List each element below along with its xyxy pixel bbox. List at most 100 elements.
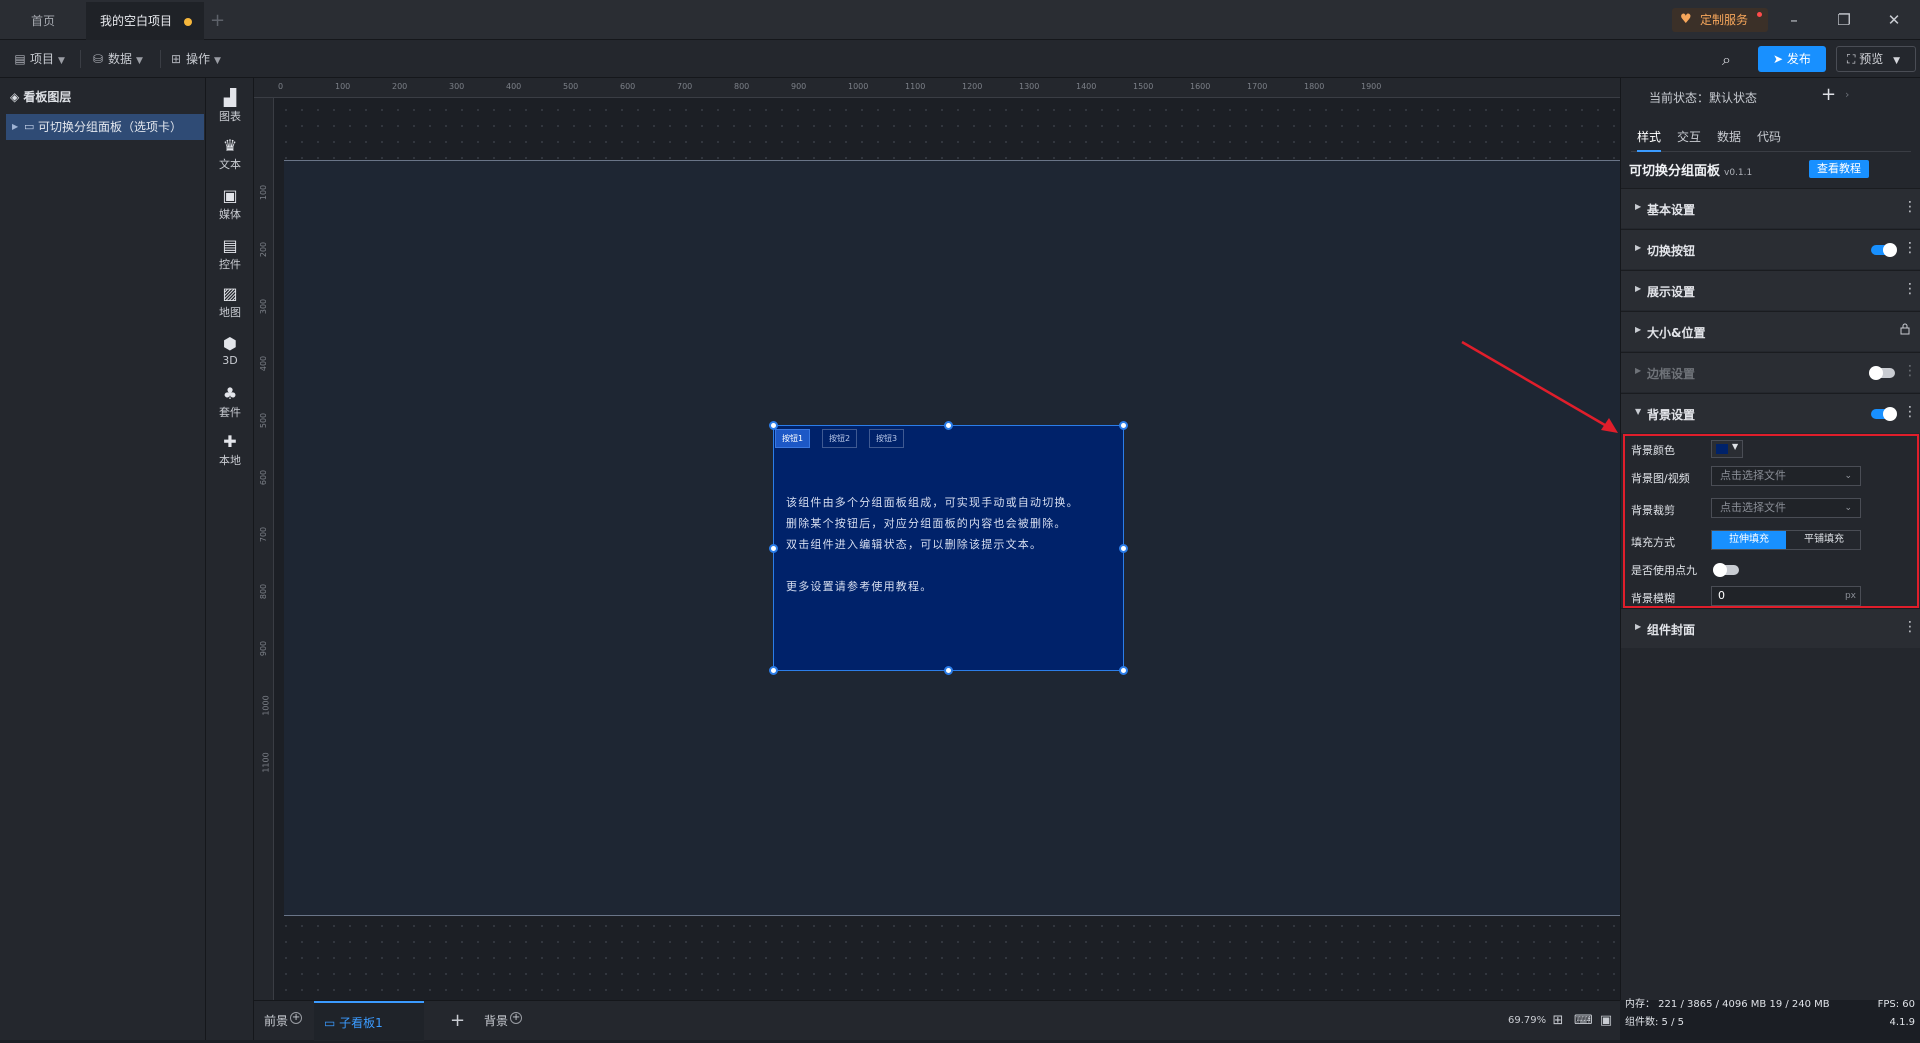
publish-button[interactable]: ➤ 发布	[1758, 46, 1826, 72]
tool-control[interactable]: ▤ 控件	[206, 236, 254, 272]
more-vertical-icon[interactable]: ⋮	[1903, 199, 1917, 215]
more-vertical-icon[interactable]: ⋮	[1903, 281, 1917, 297]
notification-dot-icon	[1757, 12, 1762, 17]
fit-screen-icon[interactable]: ⊞	[1550, 1013, 1566, 1029]
custom-service-button[interactable]: ♥ 定制服务	[1672, 8, 1768, 32]
bg-image-select[interactable]: 点击选择文件 ⌄	[1711, 466, 1861, 486]
section-label: 边框设置	[1647, 367, 1696, 381]
expand-arrow-icon: ▶	[1635, 325, 1642, 334]
section-cover[interactable]: ▶ 组件封面 ⋮	[1621, 608, 1920, 648]
menu-project[interactable]: ▤ 项目 ▼	[8, 48, 71, 70]
section-switch-button[interactable]: ▶ 切换按钮 ⋮	[1621, 229, 1920, 269]
resize-handle[interactable]	[1119, 544, 1128, 553]
tool-media[interactable]: ▣ 媒体	[206, 186, 254, 222]
fill-stretch-option[interactable]: 拉伸填充	[1712, 531, 1786, 549]
switch-button-toggle[interactable]	[1871, 243, 1897, 257]
tool-text[interactable]: ♛ 文本	[206, 136, 254, 172]
horizontal-ruler[interactable]: 0 100 200 300 400 500 600 700 800 900 1000 1100 1200…	[254, 78, 1620, 98]
expand-arrow-icon: ▶	[1635, 243, 1642, 252]
ruler-tick-label: 500	[563, 82, 579, 91]
add-circle-icon[interactable]: +	[290, 1012, 303, 1024]
section-border[interactable]: ▶ 边框设置 ⋮	[1621, 352, 1920, 392]
menu-data[interactable]: ⛁ 数据 ▼	[86, 48, 149, 70]
resize-handle[interactable]	[769, 544, 778, 553]
ruler-tick-label: 200	[392, 82, 408, 91]
chevron-down-icon: ⌄	[1844, 503, 1852, 513]
tool-local[interactable]: ✚ 本地	[206, 432, 254, 468]
tool-kit[interactable]: ♣ 套件	[206, 384, 254, 420]
ruler-tick-label: 800	[734, 82, 750, 91]
tab-code[interactable]: 代码	[1757, 126, 1781, 152]
fill-tile-option[interactable]: 平铺填充	[1787, 531, 1861, 549]
tool-chart[interactable]: ▟ 图表	[206, 88, 254, 124]
resize-handle[interactable]	[1119, 421, 1128, 430]
bg-color-picker[interactable]: ▼	[1711, 440, 1743, 458]
tool-label: 地图	[219, 306, 241, 319]
layers-icon: ◈	[10, 90, 20, 104]
chevron-down-icon: ▼	[214, 56, 221, 66]
component-name: 可切换分组面板 v0.1.1	[1629, 160, 1752, 179]
bg-crop-label: 背景裁剪	[1631, 504, 1675, 517]
layer-tab-bg[interactable]: 背景 +	[484, 1001, 523, 1041]
border-toggle[interactable]	[1869, 366, 1895, 380]
tab-panel-component[interactable]: 按钮1 按钮2 按钮3 该组件由多个分组面板组成，可实现手动或自动切换。 删除某…	[769, 421, 1128, 675]
more-vertical-icon[interactable]: ⋮	[1903, 240, 1917, 256]
restore-icon[interactable]: ❐	[1834, 10, 1854, 30]
resize-handle[interactable]	[1119, 666, 1128, 675]
search-icon[interactable]: ⌕	[1722, 50, 1742, 70]
more-vertical-icon[interactable]: ⋮	[1903, 363, 1917, 379]
vertical-ruler[interactable]: 100 200 300 400 500 600 700 800 900 1000 1100	[254, 98, 274, 1000]
expand-arrow-icon: ▶	[1635, 202, 1642, 211]
add-state-icon[interactable]: +	[1821, 84, 1836, 105]
layer-tab-subboard[interactable]: ▭ 子看板1	[314, 1001, 424, 1041]
section-display[interactable]: ▶ 展示设置 ⋮	[1621, 270, 1920, 310]
resize-handle[interactable]	[769, 421, 778, 430]
section-background[interactable]: ▼ 背景设置 ⋮	[1621, 393, 1920, 433]
tool-3d[interactable]: ⬢ 3D	[206, 334, 254, 367]
nine-patch-toggle[interactable]	[1713, 563, 1739, 577]
ruler-tick-label: 1400	[1076, 82, 1097, 91]
tab-project[interactable]: 我的空白项目	[86, 2, 204, 40]
add-circle-icon[interactable]: +	[510, 1012, 523, 1024]
bg-crop-select[interactable]: 点击选择文件 ⌄	[1711, 498, 1861, 518]
chevron-right-icon[interactable]: ›	[1845, 88, 1849, 101]
more-vertical-icon[interactable]: ⋮	[1903, 619, 1917, 635]
component-tab-button-1[interactable]: 按钮1	[775, 429, 811, 448]
minimize-icon[interactable]: –	[1784, 10, 1804, 30]
add-board-icon[interactable]: +	[450, 1001, 465, 1041]
tab-home[interactable]: 首页	[10, 2, 76, 40]
resize-handle[interactable]	[944, 421, 953, 430]
close-icon[interactable]: ✕	[1884, 10, 1904, 30]
layer-tab-front[interactable]: 前景 +	[264, 1001, 303, 1041]
zoom-level[interactable]: 69.79%	[1508, 1001, 1546, 1041]
new-tab-icon[interactable]: +	[210, 10, 225, 31]
more-vertical-icon[interactable]: ⋮	[1903, 404, 1917, 420]
chevron-down-icon: ▼	[1893, 56, 1900, 66]
tab-style[interactable]: 样式	[1637, 126, 1662, 152]
document-icon: ▤	[14, 52, 26, 66]
ruler-tick-label: 300	[449, 82, 465, 91]
lock-icon[interactable]	[1899, 323, 1911, 335]
ruler-tick-label: 100	[259, 184, 269, 201]
color-swatch	[1716, 444, 1728, 454]
preview-button[interactable]: ⛶ 预览 ▼	[1836, 46, 1916, 72]
bg-image-label: 背景图/视频	[1631, 472, 1690, 485]
tool-map[interactable]: ▨ 地图	[206, 284, 254, 320]
section-size-position[interactable]: ▶ 大小&位置	[1621, 311, 1920, 351]
resize-handle[interactable]	[944, 666, 953, 675]
background-toggle[interactable]	[1871, 407, 1897, 421]
keyboard-icon[interactable]: ⌨	[1574, 1013, 1593, 1029]
component-tab-button-2[interactable]: 按钮2	[822, 429, 858, 448]
tutorial-button[interactable]: 查看教程	[1809, 160, 1869, 178]
terminal-icon[interactable]: ▣	[1598, 1013, 1614, 1029]
bg-blur-input[interactable]: 0 px	[1711, 586, 1861, 606]
section-basic[interactable]: ▶ 基本设置 ⋮	[1621, 188, 1920, 228]
resize-handle[interactable]	[769, 666, 778, 675]
tab-data[interactable]: 数据	[1717, 126, 1741, 152]
tab-interaction[interactable]: 交互	[1677, 126, 1701, 152]
layer-item[interactable]: ▶ ▭ 可切换分组面板（选项卡）	[6, 114, 204, 140]
menu-operate[interactable]: ⊞ 操作 ▼	[164, 48, 227, 70]
expand-arrow-icon[interactable]: ▶	[12, 114, 18, 140]
ruler-tick-label: 700	[259, 526, 269, 543]
component-tab-button-3[interactable]: 按钮3	[869, 429, 905, 448]
